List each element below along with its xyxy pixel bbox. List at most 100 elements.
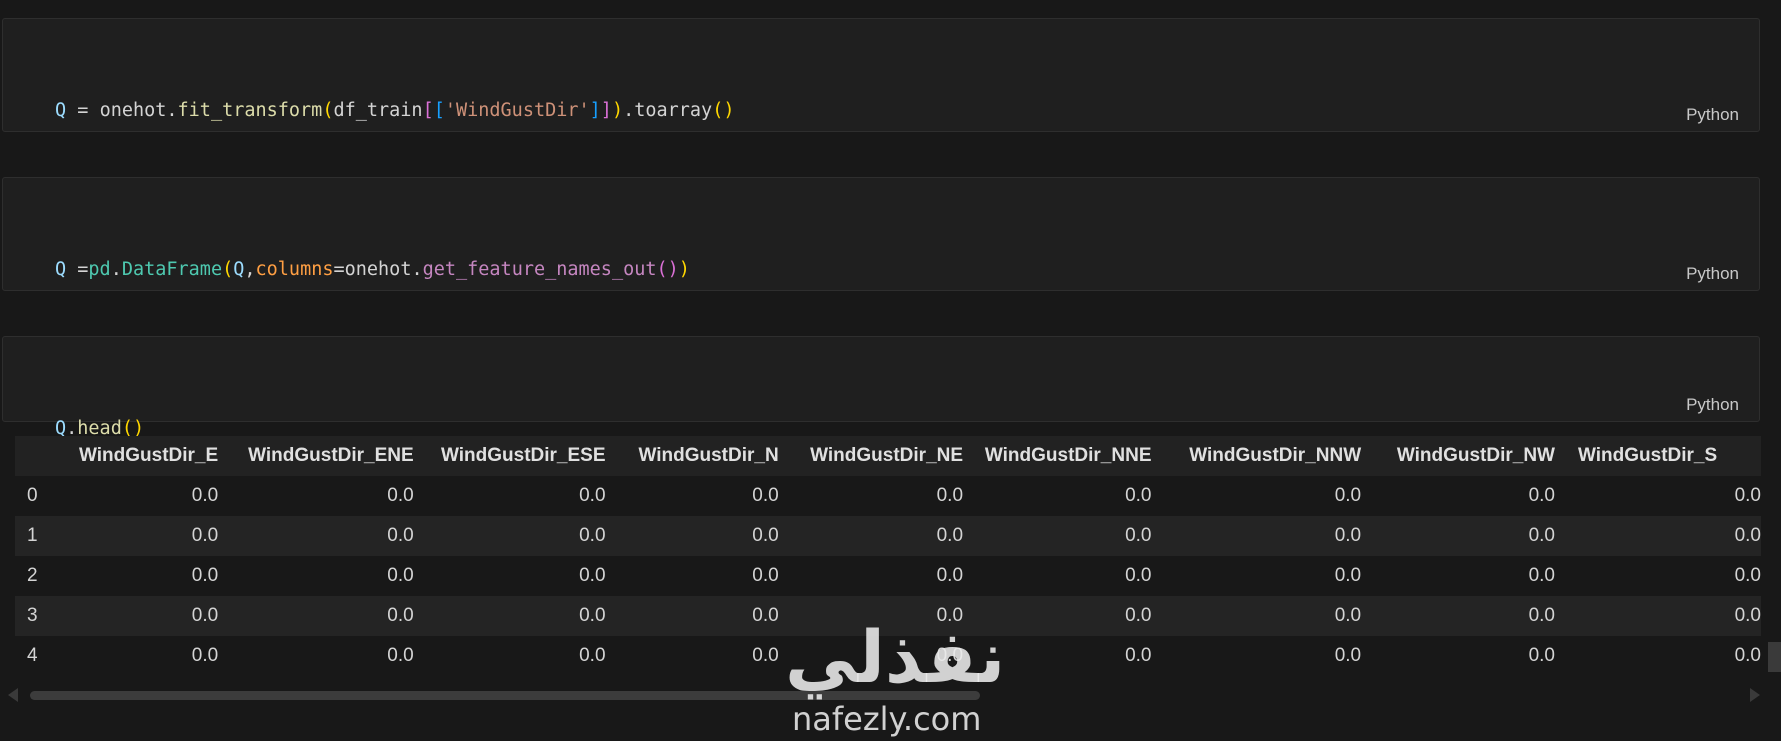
cell-language-label[interactable]: Python (1686, 395, 1739, 415)
code-token: ] (600, 100, 612, 121)
code-token: () (712, 100, 735, 121)
table-cell: 0.0 (218, 636, 414, 661)
table-cell: 0.0 (218, 476, 414, 516)
vertical-scrollbar-thumb[interactable] (1768, 642, 1781, 672)
code-token: [ (433, 100, 445, 121)
code-token: () (656, 259, 679, 280)
code-token: [ (422, 100, 434, 121)
code-line: Q = onehot.fit_transform(df_train[['Wind… (55, 96, 734, 125)
code-cell-3[interactable]: Q.head() Python (2, 336, 1760, 439)
table-row: 1 0.0 0.0 0.0 0.0 0.0 0.0 0.0 0.0 0.0 (15, 516, 1761, 556)
column-header: WindGustDir_NW (1361, 436, 1555, 476)
table-cell: 0.0 (778, 556, 964, 596)
code-token: columns (255, 259, 334, 280)
code-token: Q (233, 259, 245, 280)
column-header: WindGustDir_E (54, 436, 219, 476)
code-token: . (411, 259, 423, 280)
column-header: WindGustDir_NNW (1151, 436, 1362, 476)
table-cell: 0.0 (218, 596, 414, 636)
table-cell: 0.0 (1361, 636, 1555, 661)
code-token: ( (322, 100, 334, 121)
table-cell: 0.0 (1554, 596, 1761, 636)
code-token: onehot (344, 259, 412, 280)
code-token: ) (611, 100, 624, 121)
table-cell: 0.0 (1151, 476, 1362, 516)
code-line: Q =pd.DataFrame(Q,columns=onehot.get_fea… (55, 255, 712, 284)
table-cell: 0.0 (413, 636, 606, 661)
code-token: ) (678, 259, 690, 280)
code-token: DataFrame (121, 259, 223, 280)
row-index: 2 (15, 556, 55, 596)
table-cell: 0.0 (1151, 636, 1362, 661)
row-index: 0 (15, 476, 55, 516)
table-cell: 0.0 (218, 516, 414, 556)
table-cell: 0.0 (1361, 556, 1555, 596)
table-cell: 0.0 (605, 476, 779, 516)
table-row: 2 0.0 0.0 0.0 0.0 0.0 0.0 0.0 0.0 0.0 (15, 556, 1761, 596)
table-cell: 0.0 (413, 596, 606, 636)
watermark-logo-url: nafezly.com (792, 700, 982, 738)
table-cell: 0.0 (963, 476, 1152, 516)
table-cell: 0.0 (605, 556, 779, 596)
code-token: onehot (99, 100, 167, 121)
table-cell: 0.0 (413, 556, 606, 596)
row-index: 4 (15, 636, 55, 661)
table-cell: 0.0 (778, 516, 964, 556)
code-token: pd (88, 259, 111, 280)
cell-language-label[interactable]: Python (1686, 264, 1739, 284)
table-cell: 0.0 (218, 556, 414, 596)
table-cell: 0.0 (54, 556, 219, 596)
code-token: = (66, 259, 89, 280)
table-cell: 0.0 (963, 516, 1152, 556)
table-cell: 0.0 (605, 516, 779, 556)
table-cell: 0.0 (605, 596, 779, 636)
row-index: 1 (15, 516, 55, 556)
table-cell: 0.0 (1361, 516, 1555, 556)
code-token: fit_transform (177, 100, 323, 121)
table-cell: 0.0 (54, 476, 219, 516)
code-token: toarray (634, 100, 713, 121)
table-cell: 0.0 (778, 476, 964, 516)
table-cell: 0.0 (1151, 596, 1362, 636)
code-token: get_feature_names_out (422, 259, 657, 280)
column-header (15, 436, 55, 476)
code-token: 'WindGustDir' (444, 100, 590, 121)
scroll-left-arrow-icon[interactable] (8, 688, 18, 702)
code-token: , (244, 259, 256, 280)
code-token: ( (222, 259, 234, 280)
table-cell: 0.0 (54, 596, 219, 636)
column-header: WindGustDir_NE (778, 436, 964, 476)
table-header-row: WindGustDir_E WindGustDir_ENE WindGustDi… (15, 436, 1761, 476)
code-cell-1[interactable]: Q = onehot.fit_transform(df_train[['Wind… (2, 18, 1760, 208)
table-cell: 0.0 (963, 556, 1152, 596)
scroll-right-arrow-icon[interactable] (1750, 688, 1760, 702)
code-token: df_train (333, 100, 423, 121)
table-cell: 0.0 (1151, 556, 1362, 596)
code-token: ] (589, 100, 601, 121)
column-header: WindGustDir_NNE (963, 436, 1152, 476)
table-cell: 0.0 (54, 636, 219, 661)
table-cell: 0.0 (1554, 516, 1761, 556)
code-token: . (623, 100, 635, 121)
table-cell: 0.0 (413, 516, 606, 556)
table-cell: 0.0 (54, 516, 219, 556)
column-header: WindGustDir_ENE (218, 436, 414, 476)
code-token: . (110, 259, 122, 280)
column-header: WindGustDir_N (605, 436, 779, 476)
table-cell: 0.0 (1554, 556, 1761, 596)
cell-language-label[interactable]: Python (1686, 105, 1739, 125)
code-token: Q (55, 259, 67, 280)
table-row: 0 0.0 0.0 0.0 0.0 0.0 0.0 0.0 0.0 0.0 (15, 476, 1761, 516)
row-index: 3 (15, 596, 55, 636)
table-cell: 0.0 (1554, 636, 1761, 661)
table-cell: 0.0 (1151, 516, 1362, 556)
code-token: = (333, 259, 345, 280)
column-header: WindGustDir_ESE (413, 436, 606, 476)
code-cell-2[interactable]: Q =pd.DataFrame(Q,columns=onehot.get_fea… (2, 177, 1760, 367)
table-cell: 0.0 (1361, 596, 1555, 636)
code-token: . (166, 100, 178, 121)
table-cell: 0.0 (1554, 476, 1761, 516)
watermark-logo-arabic: نفذلي (785, 615, 1006, 699)
code-token: = (66, 100, 100, 121)
table-cell: 0.0 (1361, 476, 1555, 516)
